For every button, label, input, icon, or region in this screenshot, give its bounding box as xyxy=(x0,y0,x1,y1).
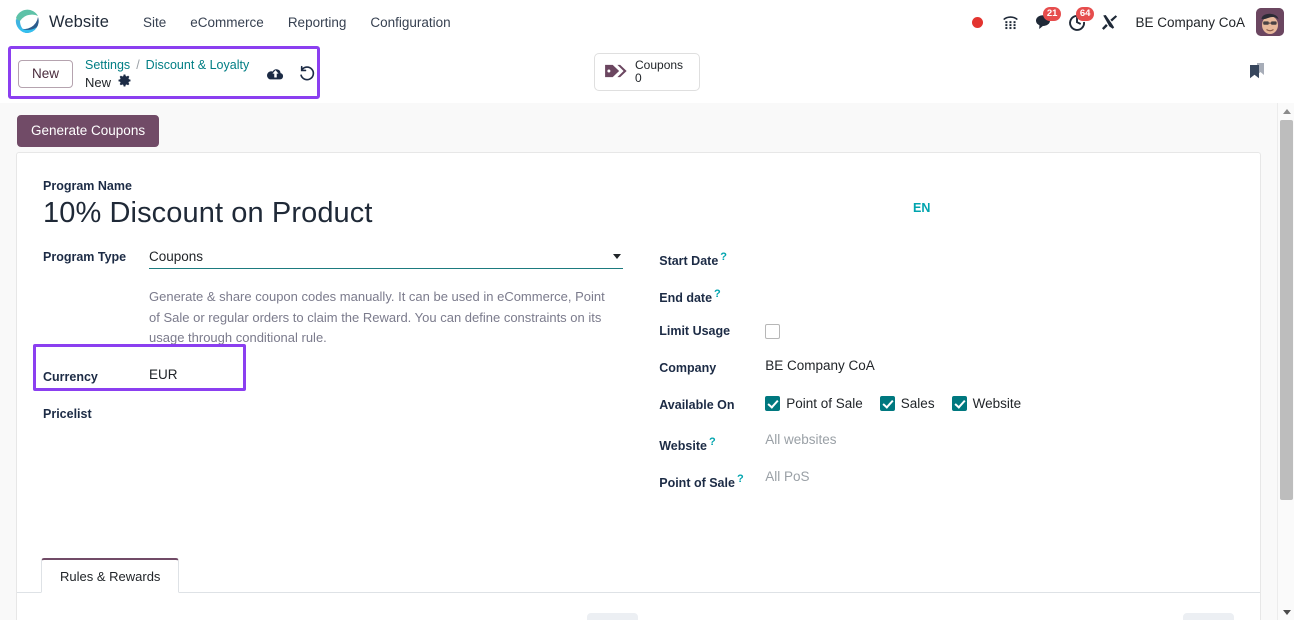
limit-usage-label: Limit Usage xyxy=(659,324,731,338)
language-badge[interactable]: EN xyxy=(913,201,930,215)
program-name-value[interactable]: 10% Discount on Product xyxy=(43,195,1234,231)
currency-row: Currency EUR xyxy=(43,363,645,400)
pricelist-label: Pricelist xyxy=(43,406,92,421)
chevron-down-icon xyxy=(613,254,621,259)
end-date-label: End date? xyxy=(659,288,721,306)
available-on-sales[interactable]: Sales xyxy=(879,396,935,411)
website-row: Website? All websites xyxy=(659,428,1234,465)
coupons-stat-button[interactable]: Coupons 0 xyxy=(594,53,700,91)
coupons-stat-label: Coupons xyxy=(635,58,684,72)
start-date-label: Start Date? xyxy=(659,251,728,269)
program-name-field: Program Name 10% Discount on Product xyxy=(43,179,1234,231)
website-placeholder[interactable]: All websites xyxy=(765,432,836,447)
currency-value[interactable]: EUR xyxy=(149,363,645,382)
sales-label: Sales xyxy=(900,396,935,411)
breadcrumb-discount-loyalty[interactable]: Discount & Loyalty xyxy=(146,57,250,74)
breadcrumb-current-record: New xyxy=(85,75,112,90)
activities-badge: 64 xyxy=(1075,6,1095,21)
company-value[interactable]: BE Company CoA xyxy=(765,354,1234,373)
available-on-row: Available On Point of Sale Sales Website xyxy=(659,391,1234,428)
form-columns: Program Type Coupons Generate & share co… xyxy=(43,243,1234,502)
program-type-row: Program Type Coupons xyxy=(43,243,645,280)
scrollbar-thumb[interactable] xyxy=(1280,120,1293,500)
conditional-rules-section: Conditional rules Add xyxy=(43,613,639,620)
point-of-sale-row: Point of Sale? All PoS xyxy=(659,465,1234,502)
current-company-label[interactable]: BE Company CoA xyxy=(1126,15,1256,30)
user-avatar[interactable] xyxy=(1256,8,1284,36)
tab-rules-rewards[interactable]: Rules & Rewards xyxy=(41,558,180,593)
generate-coupons-button[interactable]: Generate Coupons xyxy=(17,115,160,148)
activities-clock-icon[interactable]: 64 xyxy=(1060,6,1095,39)
discard-undo-icon[interactable] xyxy=(298,65,316,83)
voip-dialpad-icon[interactable] xyxy=(994,6,1027,39)
notebook-tabs: Rules & Rewards xyxy=(17,558,1260,593)
messages-icon[interactable]: 21 xyxy=(1027,6,1062,39)
gear-icon[interactable] xyxy=(118,74,131,91)
start-date-row: Start Date? xyxy=(659,243,1234,280)
vertical-scrollbar[interactable] xyxy=(1277,103,1294,620)
currency-label: Currency xyxy=(43,369,98,384)
breadcrumb-settings[interactable]: Settings xyxy=(85,57,130,74)
form-column-left: Program Type Coupons Generate & share co… xyxy=(43,243,645,502)
pricelist-row: Pricelist xyxy=(43,400,645,437)
sales-checkbox[interactable] xyxy=(879,396,895,411)
add-reward-button[interactable]: Add xyxy=(1182,613,1234,620)
save-cloud-upload-icon[interactable] xyxy=(266,66,285,83)
messages-badge: 21 xyxy=(1042,6,1062,21)
rewards-section: Rewards Add xyxy=(638,613,1234,620)
form-scroll-area: Generate Coupons Program Name 10% Discou… xyxy=(0,103,1277,620)
top-navbar: Website Site eCommerce Reporting Configu… xyxy=(0,0,1294,45)
form-sheet: Program Name 10% Discount on Product EN … xyxy=(16,152,1261,620)
breadcrumb-separator: / xyxy=(136,58,140,72)
point-of-sale-label: Point of Sale xyxy=(786,396,863,411)
menu-item-ecommerce[interactable]: eCommerce xyxy=(178,10,276,35)
scroll-up-arrow-icon[interactable] xyxy=(1278,103,1294,119)
pricelist-value[interactable] xyxy=(149,400,645,404)
point-of-sale-checkbox[interactable] xyxy=(765,396,781,411)
limit-usage-checkbox[interactable] xyxy=(765,323,781,339)
start-date-value[interactable] xyxy=(765,243,1234,247)
coupon-tag-icon xyxy=(604,61,628,84)
menu-item-configuration[interactable]: Configuration xyxy=(358,10,462,35)
record-actions xyxy=(266,65,316,83)
program-type-select[interactable]: Coupons xyxy=(149,247,623,269)
new-record-button[interactable]: New xyxy=(18,59,74,89)
website-checkbox[interactable] xyxy=(951,396,967,411)
company-label: Company xyxy=(659,361,717,375)
breadcrumb: Settings / Discount & Loyalty New xyxy=(85,57,249,91)
available-on-website[interactable]: Website xyxy=(951,396,1022,411)
help-icon: ? xyxy=(714,288,721,300)
coupons-stat-value: 0 xyxy=(635,71,642,85)
form-column-right: Start Date? End date? Limit Usage Compan… xyxy=(645,243,1234,502)
program-type-label: Program Type xyxy=(43,250,127,264)
end-date-value[interactable] xyxy=(765,280,1234,284)
end-date-row: End date? xyxy=(659,280,1234,317)
available-on-point-of-sale[interactable]: Point of Sale xyxy=(765,396,863,411)
recording-indicator-icon[interactable] xyxy=(961,6,994,39)
bookmark-icon[interactable] xyxy=(1240,53,1274,89)
menu-item-reporting[interactable]: Reporting xyxy=(276,10,359,35)
program-type-value: Coupons xyxy=(149,249,204,264)
menu-item-site[interactable]: Site xyxy=(131,10,178,35)
company-row: Company BE Company CoA xyxy=(659,354,1234,391)
program-name-label: Program Name xyxy=(43,179,132,193)
help-icon: ? xyxy=(736,473,744,485)
notebook-page: Conditional rules Add Rewards Add xyxy=(17,593,1260,620)
scroll-down-arrow-icon[interactable] xyxy=(1278,604,1294,620)
website-field-label: Website? xyxy=(659,436,716,454)
available-on-label: Available On xyxy=(659,398,735,412)
add-conditional-rule-button[interactable]: Add xyxy=(587,613,639,620)
developer-tools-icon[interactable] xyxy=(1093,6,1126,39)
help-icon: ? xyxy=(708,436,716,448)
website-label: Website xyxy=(972,396,1022,411)
limit-usage-row: Limit Usage xyxy=(659,317,1234,354)
app-name[interactable]: Website xyxy=(49,13,109,32)
navbar-systray: 21 64 BE Company CoA xyxy=(961,6,1284,39)
odoo-app-window: Website Site eCommerce Reporting Configu… xyxy=(0,0,1294,620)
point-of-sale-field-label: Point of Sale? xyxy=(659,473,744,491)
point-of-sale-placeholder[interactable]: All PoS xyxy=(765,469,809,484)
help-icon: ? xyxy=(720,251,728,263)
website-logo-icon xyxy=(14,9,40,35)
program-type-hint: Generate & share coupon codes manually. … xyxy=(149,289,605,345)
